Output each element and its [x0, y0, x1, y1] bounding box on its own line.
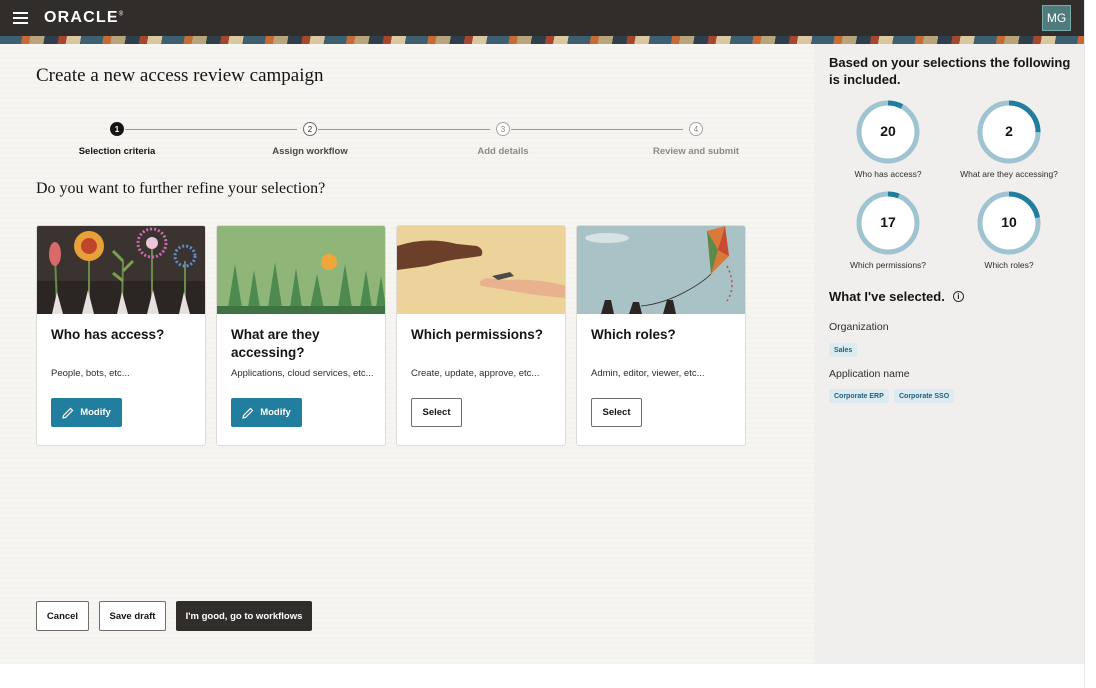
- metric-value: 20: [880, 123, 896, 139]
- scrollbar-area: [1084, 0, 1096, 688]
- top-bar: ORACLE® MG: [0, 0, 1084, 36]
- metric-value: 17: [880, 214, 896, 230]
- metric-value: 2: [1005, 123, 1013, 139]
- card-description: Admin, editor, viewer, etc...: [591, 368, 705, 379]
- chip-corporate-sso[interactable]: Corporate SSO: [894, 389, 955, 403]
- card-description: Create, update, approve, etc...: [411, 368, 540, 379]
- card-what-are-they-accessing: What are they accessing? Applications, c…: [216, 225, 386, 446]
- flowers-illustration: [37, 226, 205, 314]
- card-title: Which permissions?: [411, 327, 544, 342]
- step-1-label[interactable]: Selection criteria: [57, 146, 177, 157]
- oracle-logo[interactable]: ORACLE®: [44, 9, 124, 27]
- card-title: What are they accessing?: [231, 327, 320, 360]
- hands-key-illustration: [397, 226, 565, 314]
- select-which-roles-button[interactable]: Select: [591, 398, 642, 427]
- step-2-label[interactable]: Assign workflow: [250, 146, 370, 157]
- kite-illustration: [577, 226, 745, 314]
- cancel-button[interactable]: Cancel: [36, 601, 89, 631]
- application-name-label: Application name: [829, 368, 910, 380]
- refine-question: Do you want to further refine your selec…: [36, 180, 326, 197]
- button-label: Modify: [80, 407, 111, 418]
- brand-name: ORACLE: [44, 9, 119, 26]
- step-connector: [318, 129, 490, 130]
- metric-label: What are they accessing?: [960, 169, 1058, 179]
- save-draft-button[interactable]: Save draft: [99, 601, 166, 631]
- user-avatar[interactable]: MG: [1042, 5, 1071, 31]
- chip-corporate-erp[interactable]: Corporate ERP: [829, 389, 889, 403]
- selected-title-text: What I've selected.: [829, 289, 945, 304]
- modify-who-has-access-button[interactable]: Modify: [51, 398, 122, 427]
- step-3-label: Add details: [477, 146, 529, 157]
- card-description: Applications, cloud services, etc...: [231, 368, 374, 379]
- go-to-workflows-button[interactable]: I'm good, go to workflows: [176, 601, 312, 631]
- info-icon[interactable]: i: [952, 291, 964, 302]
- card-which-permissions: Which permissions? Create, update, appro…: [396, 225, 566, 446]
- step-4-indicator: 4: [689, 122, 703, 136]
- decorative-banner: [0, 36, 1084, 44]
- metric-value: 10: [1001, 214, 1017, 230]
- step-4-label: Review and submit: [652, 146, 740, 157]
- summary-heading: Based on your selections the following i…: [829, 55, 1071, 87]
- forest-illustration: [217, 226, 385, 314]
- modify-what-are-they-accessing-button[interactable]: Modify: [231, 398, 302, 427]
- pencil-icon: [242, 407, 254, 419]
- step-2-indicator[interactable]: 2: [303, 122, 317, 136]
- card-description: People, bots, etc...: [51, 368, 130, 379]
- button-label: Modify: [260, 407, 291, 418]
- card-title: Who has access?: [51, 327, 165, 342]
- organization-label: Organization: [829, 321, 889, 333]
- card-which-roles: Which roles? Admin, editor, viewer, etc.…: [576, 225, 746, 446]
- select-which-permissions-button[interactable]: Select: [411, 398, 462, 427]
- selected-title: What I've selected. i: [829, 289, 964, 304]
- metric-label: Which permissions?: [849, 260, 927, 270]
- page-title: Create a new access review campaign: [36, 65, 324, 86]
- pencil-icon: [62, 407, 74, 419]
- step-connector: [511, 129, 683, 130]
- menu-icon[interactable]: [13, 12, 28, 24]
- metric-label: Which roles?: [984, 260, 1034, 270]
- step-3-indicator: 3: [496, 122, 510, 136]
- step-connector: [125, 129, 297, 130]
- metric-label: Who has access?: [854, 169, 922, 179]
- card-title: Which roles?: [591, 327, 676, 342]
- step-1-indicator[interactable]: 1: [110, 122, 124, 136]
- chip-sales[interactable]: Sales: [829, 343, 858, 357]
- card-who-has-access: Who has access? People, bots, etc... Mod…: [36, 225, 206, 446]
